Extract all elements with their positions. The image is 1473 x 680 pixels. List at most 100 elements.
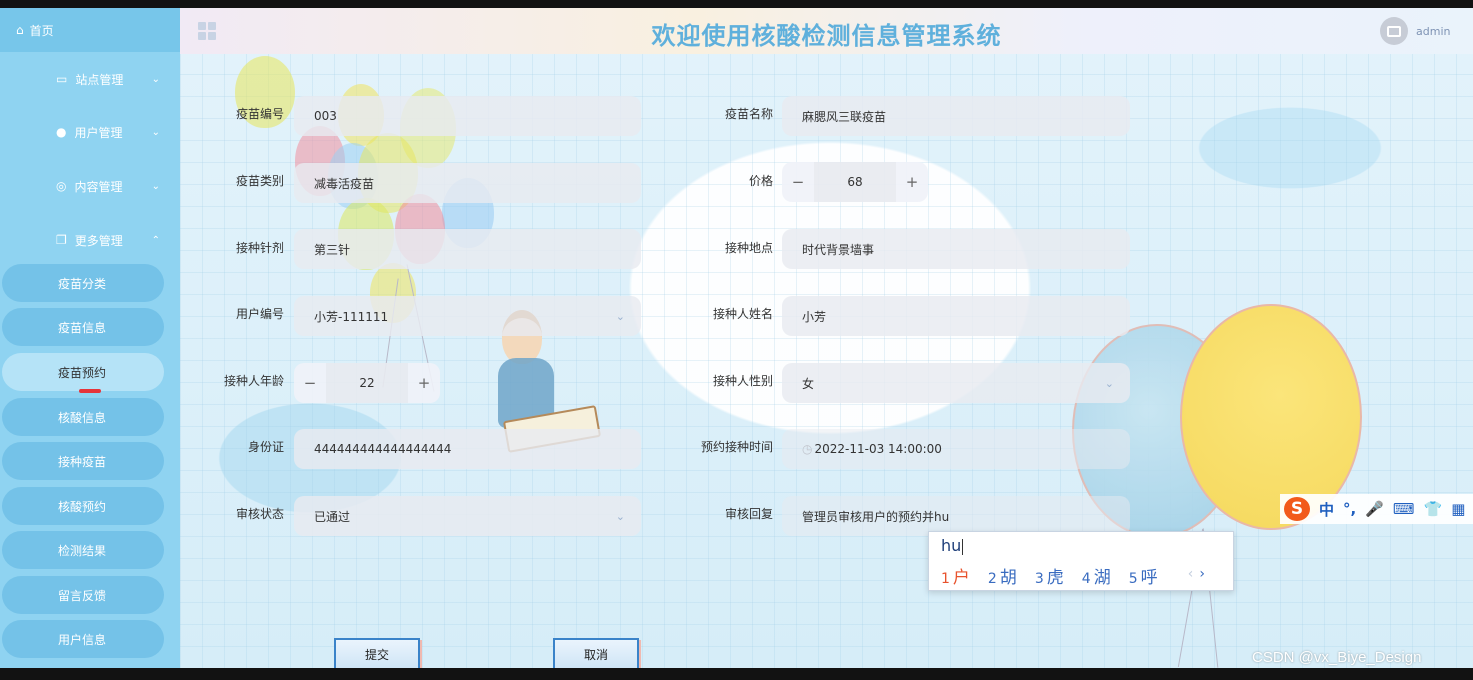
username[interactable]: admin bbox=[1416, 25, 1450, 38]
watermark: CSDN @vx_Biye_Design bbox=[1252, 649, 1422, 666]
ime-pager: ‹ › bbox=[1188, 566, 1205, 582]
keyboard-icon[interactable]: ⌨ bbox=[1393, 500, 1415, 518]
chevron-down-icon: ⌄ bbox=[1104, 376, 1114, 390]
label-price: 价格 bbox=[748, 174, 773, 188]
user-no-select[interactable]: 小芳-111111 ⌄ bbox=[294, 296, 641, 336]
sidebar-item-label: 疫苗信息 bbox=[58, 320, 107, 335]
chinese-mode-icon[interactable]: 中 bbox=[1319, 499, 1334, 520]
sidebar-menu-content[interactable]: ◎ 内容管理 ⌄ bbox=[0, 166, 180, 206]
sidebar-menu-more[interactable]: ❐ 更多管理 ⌃ bbox=[0, 220, 180, 260]
price-stepper[interactable]: − 68 + bbox=[782, 162, 928, 202]
image-icon bbox=[1387, 25, 1401, 37]
label-id-card: 身份证 bbox=[247, 440, 284, 454]
sidebar-item-label: 用户信息 bbox=[58, 632, 107, 647]
label-gender: 接种人性别 bbox=[712, 374, 773, 388]
sidebar-item-vaccine-category[interactable]: 疫苗分类 bbox=[2, 264, 164, 302]
review-status-select[interactable]: 已通过 ⌄ bbox=[294, 496, 641, 536]
dose-field[interactable]: 第三针 bbox=[294, 229, 641, 269]
chat-icon: ◎ bbox=[56, 179, 67, 193]
label-vaccine-name: 疫苗名称 bbox=[724, 107, 773, 121]
label-dose: 接种针剂 bbox=[235, 241, 284, 255]
sidebar-item-nucleic-appointment[interactable]: 核酸预约 bbox=[2, 487, 164, 525]
field-value: 003 bbox=[314, 109, 337, 123]
price-value[interactable]: 68 bbox=[814, 162, 896, 202]
copy-icon: ❐ bbox=[56, 233, 67, 247]
ime-candidate-window: hu 1户 2胡 3虎 4湖 5呼 ‹ › bbox=[928, 531, 1234, 591]
field-value: 麻腮风三联疫苗 bbox=[802, 109, 887, 124]
age-stepper[interactable]: − 22 + bbox=[294, 363, 440, 403]
increment-button[interactable]: + bbox=[896, 162, 928, 202]
label-vaccine-no: 疫苗编号 bbox=[235, 107, 284, 121]
sidebar-item-test-results[interactable]: 检测结果 bbox=[2, 531, 164, 569]
sidebar-item-label: 更多管理 bbox=[74, 233, 123, 248]
vaccine-type-field[interactable]: 减毒活疫苗 bbox=[294, 163, 641, 203]
field-value: 管理员审核用户的预约并hu bbox=[802, 509, 950, 524]
sidebar-item-feedback[interactable]: 留言反馈 bbox=[2, 576, 164, 614]
field-value: 减毒活疫苗 bbox=[314, 176, 375, 191]
ime-candidate[interactable]: 1户 bbox=[941, 563, 970, 588]
vaccine-name-field[interactable]: 麻腮风三联疫苗 bbox=[782, 96, 1130, 136]
sidebar-item-home[interactable]: ⌂ 首页 bbox=[0, 8, 180, 52]
page-title: 欢迎使用核酸检测信息管理系统 bbox=[651, 22, 1002, 50]
sogou-logo-icon[interactable]: S bbox=[1284, 497, 1310, 521]
main-content: 欢迎使用核酸检测信息管理系统 admin 疫苗编号 003 疫苗类别 减毒活疫苗… bbox=[180, 8, 1473, 668]
clock-icon: ◷ bbox=[802, 442, 813, 456]
display-icon: ▭ bbox=[56, 72, 68, 86]
sidebar-item-label: 站点管理 bbox=[75, 72, 124, 87]
chevron-right-icon[interactable]: › bbox=[1199, 566, 1205, 582]
sidebar-item-vaccine-appointment[interactable]: 疫苗预约 bbox=[2, 353, 164, 393]
ime-candidate[interactable]: 3虎 bbox=[1035, 563, 1064, 588]
decrement-button[interactable]: − bbox=[294, 363, 326, 403]
sidebar-item-vaccine-info[interactable]: 疫苗信息 bbox=[2, 308, 164, 346]
id-card-field[interactable]: 444444444444444444 bbox=[294, 429, 641, 469]
label-appointment-time: 预约接种时间 bbox=[700, 440, 773, 454]
field-value: 第三针 bbox=[314, 242, 351, 257]
submit-button[interactable]: 提交 bbox=[334, 638, 420, 668]
active-indicator bbox=[79, 389, 101, 393]
ime-candidate[interactable]: 5呼 bbox=[1129, 563, 1158, 588]
sidebar-item-label: 疫苗分类 bbox=[58, 276, 107, 291]
cancel-button[interactable]: 取消 bbox=[553, 638, 639, 668]
ime-candidate-list: 1户 2胡 3虎 4湖 5呼 bbox=[941, 563, 1158, 588]
review-reply-field[interactable]: 管理员审核用户的预约并hu bbox=[782, 496, 1130, 536]
chevron-left-icon[interactable]: ‹ bbox=[1188, 566, 1194, 582]
sidebar-item-user-info[interactable]: 用户信息 bbox=[2, 620, 164, 658]
field-value: 女 bbox=[802, 376, 815, 391]
sidebar: ⌂ 首页 ▭ 站点管理 ⌄ ● 用户管理 ⌄ ◎ 内容管理 ⌄ ❐ 更多管理 ⌃… bbox=[0, 8, 180, 668]
sidebar-item-label: 首页 bbox=[29, 23, 54, 38]
sidebar-item-nucleic-info[interactable]: 核酸信息 bbox=[2, 398, 164, 436]
apps-icon[interactable]: ▦ bbox=[1451, 500, 1465, 518]
field-value: 小芳 bbox=[802, 309, 827, 324]
avatar[interactable] bbox=[1380, 17, 1408, 45]
field-value: 已通过 bbox=[314, 509, 351, 524]
ime-candidate[interactable]: 2胡 bbox=[988, 563, 1017, 588]
label-person-name: 接种人姓名 bbox=[712, 307, 773, 321]
increment-button[interactable]: + bbox=[408, 363, 440, 403]
punctuation-icon[interactable]: °, bbox=[1343, 500, 1356, 518]
app-window: ⌂ 首页 ▭ 站点管理 ⌄ ● 用户管理 ⌄ ◎ 内容管理 ⌄ ❐ 更多管理 ⌃… bbox=[0, 8, 1473, 668]
decrement-button[interactable]: − bbox=[782, 162, 814, 202]
sidebar-item-label: 检测结果 bbox=[58, 543, 107, 558]
field-value: 444444444444444444 bbox=[314, 442, 452, 456]
skin-icon[interactable]: 👕 bbox=[1424, 500, 1443, 518]
ime-composition: hu bbox=[941, 536, 962, 555]
label-age: 接种人年龄 bbox=[223, 374, 284, 388]
gender-select[interactable]: 女 ⌄ bbox=[782, 363, 1130, 403]
chevron-down-icon: ⌄ bbox=[151, 126, 160, 138]
field-value: 时代背景墙事 bbox=[802, 242, 875, 257]
sidebar-menu-site[interactable]: ▭ 站点管理 ⌄ bbox=[0, 59, 180, 99]
person-name-field[interactable]: 小芳 bbox=[782, 296, 1130, 336]
ime-candidate[interactable]: 4湖 bbox=[1082, 563, 1111, 588]
sidebar-item-label: 内容管理 bbox=[74, 179, 123, 194]
age-value[interactable]: 22 bbox=[326, 363, 408, 403]
sidebar-item-vaccination[interactable]: 接种疫苗 bbox=[2, 442, 164, 480]
sidebar-menu-user[interactable]: ● 用户管理 ⌄ bbox=[0, 112, 180, 152]
microphone-icon[interactable]: 🎤 bbox=[1365, 500, 1384, 518]
header-bar: 欢迎使用核酸检测信息管理系统 admin bbox=[180, 8, 1473, 54]
sidebar-item-label: 核酸预约 bbox=[58, 499, 107, 514]
vaccine-no-field[interactable]: 003 bbox=[294, 96, 641, 136]
location-field[interactable]: 时代背景墙事 bbox=[782, 229, 1130, 269]
sidebar-item-label: 疫苗预约 bbox=[58, 365, 107, 380]
chevron-down-icon: ⌄ bbox=[151, 180, 160, 192]
appointment-time-picker[interactable]: ◷ 2022-11-03 14:00:00 bbox=[782, 429, 1130, 469]
